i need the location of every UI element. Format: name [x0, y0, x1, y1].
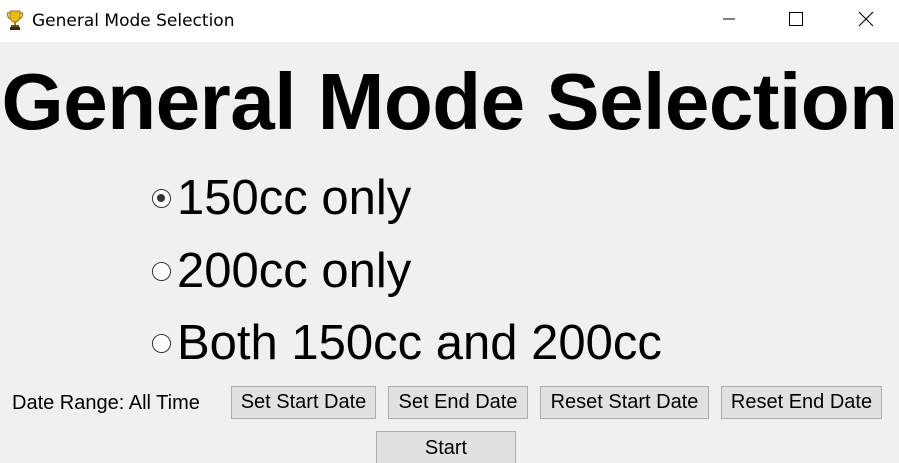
minimize-icon: [723, 12, 735, 30]
radio-button-checked[interactable]: [152, 188, 171, 208]
set-end-date-button[interactable]: Set End Date: [388, 386, 528, 419]
radio-200cc[interactable]: 200cc only: [152, 241, 411, 301]
close-icon: [858, 11, 874, 32]
set-start-date-button[interactable]: Set Start Date: [231, 386, 376, 419]
main-window: General Mode Selection General Mode Sele…: [0, 0, 899, 463]
maximize-button[interactable]: [763, 0, 829, 42]
radio-button[interactable]: [152, 333, 171, 353]
radio-both[interactable]: Both 150cc and 200cc: [152, 313, 662, 373]
date-range-label: Date Range: All Time: [12, 392, 200, 414]
start-button[interactable]: Start: [376, 431, 516, 463]
page-title: General Mode Selection: [1, 57, 898, 146]
maximize-icon: [789, 11, 803, 31]
reset-end-date-button[interactable]: Reset End Date: [721, 386, 882, 419]
reset-start-date-button[interactable]: Reset Start Date: [540, 386, 709, 419]
window-title: General Mode Selection: [32, 11, 235, 31]
radio-150cc[interactable]: 150cc only: [152, 168, 411, 228]
radio-label: 200cc only: [177, 244, 412, 298]
radio-label: Both 150cc and 200cc: [177, 316, 662, 370]
radio-button[interactable]: [152, 261, 171, 281]
trophy-icon: [6, 9, 24, 31]
close-button[interactable]: [833, 0, 899, 42]
minimize-button[interactable]: [696, 0, 762, 42]
title-bar[interactable]: General Mode Selection: [0, 0, 899, 42]
radio-label: 150cc only: [177, 171, 412, 225]
